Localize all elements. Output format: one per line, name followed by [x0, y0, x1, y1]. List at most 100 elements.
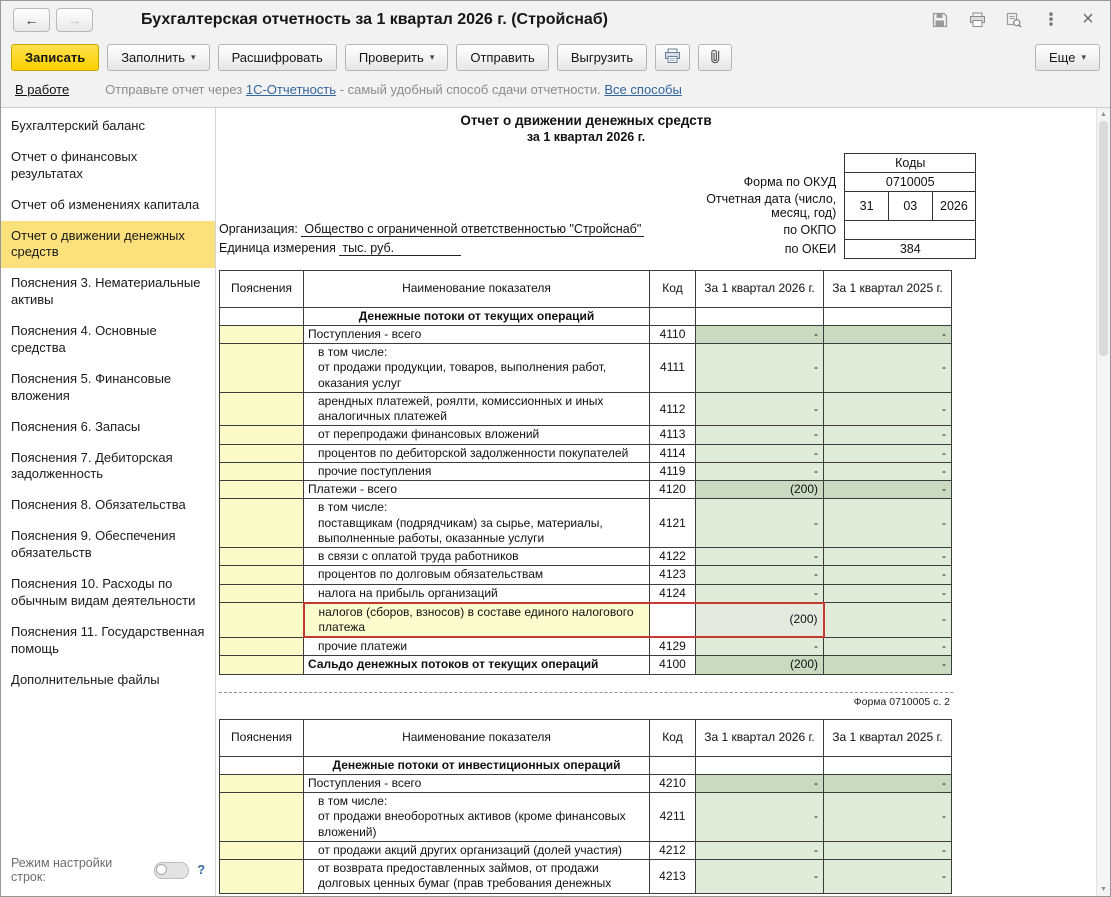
value-2026-cell[interactable]: [696, 756, 824, 774]
toolbar-send-button[interactable]: Отправить: [456, 44, 548, 71]
explanation-cell[interactable]: [220, 325, 304, 343]
toolbar-save-button[interactable]: Записать: [11, 44, 99, 71]
value-2025-cell[interactable]: -: [824, 462, 952, 480]
value-2025-cell[interactable]: -: [824, 444, 952, 462]
code-cell[interactable]: [650, 756, 696, 774]
report-date-month[interactable]: 03: [888, 192, 932, 220]
value-2025-cell[interactable]: -: [824, 584, 952, 603]
sidebar-item-11[interactable]: Пояснения 10. Расходы по обычным видам д…: [1, 569, 215, 617]
value-2026-cell[interactable]: -: [696, 860, 824, 893]
value-2025-cell[interactable]: -: [824, 566, 952, 584]
sidebar-item-5[interactable]: Пояснения 4. Основные средства: [1, 316, 215, 364]
forward-button[interactable]: →: [56, 8, 93, 32]
toolbar-export-button[interactable]: Выгрузить: [557, 44, 647, 71]
explanation-cell[interactable]: [220, 444, 304, 462]
code-cell[interactable]: [650, 307, 696, 325]
explanation-cell[interactable]: [220, 656, 304, 674]
row-settings-toggle[interactable]: [154, 862, 189, 879]
value-2025-cell[interactable]: -: [824, 499, 952, 548]
explanation-cell[interactable]: [220, 841, 304, 859]
back-button[interactable]: ←: [13, 8, 50, 32]
okei-value[interactable]: 384: [844, 239, 976, 259]
value-2026-cell[interactable]: -: [696, 793, 824, 842]
service-link[interactable]: 1С-Отчетность: [246, 82, 336, 97]
code-cell[interactable]: 4129: [650, 637, 696, 656]
explanation-cell[interactable]: [220, 774, 304, 792]
value-2025-cell[interactable]: [824, 756, 952, 774]
explanation-cell[interactable]: [220, 344, 304, 393]
value-2025-cell[interactable]: -: [824, 656, 952, 674]
value-2026-cell[interactable]: -: [696, 841, 824, 859]
code-cell[interactable]: 4112: [650, 392, 696, 425]
code-cell[interactable]: 4120: [650, 481, 696, 499]
organization-value[interactable]: Общество с ограниченной ответственностью…: [301, 222, 644, 237]
explanation-cell[interactable]: [220, 426, 304, 444]
sidebar-item-3[interactable]: Отчет о движении денежных средств: [1, 221, 215, 269]
kebab-menu-icon[interactable]: ⋮: [1041, 10, 1061, 30]
attachments-button[interactable]: [698, 44, 732, 71]
sidebar-item-6[interactable]: Пояснения 5. Финансовые вложения: [1, 364, 215, 412]
value-2026-cell[interactable]: -: [696, 774, 824, 792]
code-cell[interactable]: 4119: [650, 462, 696, 480]
code-cell[interactable]: 4210: [650, 774, 696, 792]
explanation-cell[interactable]: [220, 584, 304, 603]
value-2026-cell[interactable]: (200): [696, 656, 824, 674]
find-icon[interactable]: [1004, 10, 1024, 30]
code-cell[interactable]: 4211: [650, 793, 696, 842]
value-2026-cell[interactable]: -: [696, 566, 824, 584]
scroll-down-icon[interactable]: ▼: [1100, 883, 1107, 896]
save-icon[interactable]: [930, 10, 950, 30]
toolbar-check-button[interactable]: Проверить▾: [345, 44, 449, 71]
value-2025-cell[interactable]: -: [824, 774, 952, 792]
value-2025-cell[interactable]: -: [824, 325, 952, 343]
explanation-cell[interactable]: [220, 860, 304, 893]
explanation-cell[interactable]: [220, 548, 304, 566]
sidebar-item-13[interactable]: Дополнительные файлы: [1, 665, 215, 696]
code-cell[interactable]: 4124: [650, 584, 696, 603]
code-cell[interactable]: 4113: [650, 426, 696, 444]
value-2026-cell[interactable]: -: [696, 637, 824, 656]
sidebar-item-8[interactable]: Пояснения 7. Дебиторская задолженность: [1, 443, 215, 491]
print-button[interactable]: [655, 44, 690, 71]
value-2025-cell[interactable]: -: [824, 344, 952, 393]
code-cell[interactable]: 4121: [650, 499, 696, 548]
print-icon[interactable]: [967, 10, 987, 30]
unit-value[interactable]: тыс. руб.: [339, 241, 461, 256]
explanation-cell[interactable]: [220, 793, 304, 842]
report-date-year[interactable]: 2026: [932, 192, 976, 220]
code-cell[interactable]: 4111: [650, 344, 696, 393]
value-2025-cell[interactable]: -: [824, 548, 952, 566]
report-state-link[interactable]: В работе: [15, 82, 69, 97]
sidebar-item-2[interactable]: Отчет об изменениях капитала: [1, 190, 215, 221]
sidebar-item-12[interactable]: Пояснения 11. Государственная помощь: [1, 617, 215, 665]
code-cell[interactable]: 4212: [650, 841, 696, 859]
value-2026-cell[interactable]: (200): [696, 603, 824, 637]
value-2026-cell[interactable]: -: [696, 462, 824, 480]
code-cell[interactable]: 4213: [650, 860, 696, 893]
explanation-cell[interactable]: [220, 307, 304, 325]
explanation-cell[interactable]: [220, 637, 304, 656]
value-2025-cell[interactable]: -: [824, 860, 952, 893]
sidebar-item-10[interactable]: Пояснения 9. Обеспечения обязательств: [1, 521, 215, 569]
more-button[interactable]: Еще ▾: [1035, 44, 1100, 71]
explanation-cell[interactable]: [220, 603, 304, 637]
scrollbar-thumb[interactable]: [1099, 121, 1108, 356]
close-icon[interactable]: ×: [1078, 10, 1098, 30]
okpo-value[interactable]: [844, 220, 976, 240]
explanation-cell[interactable]: [220, 462, 304, 480]
code-cell[interactable]: 4110: [650, 325, 696, 343]
code-cell[interactable]: 4100: [650, 656, 696, 674]
value-2025-cell[interactable]: -: [824, 481, 952, 499]
value-2025-cell[interactable]: -: [824, 793, 952, 842]
value-2026-cell[interactable]: -: [696, 426, 824, 444]
code-cell[interactable]: 4122: [650, 548, 696, 566]
explanation-cell[interactable]: [220, 756, 304, 774]
explanation-cell[interactable]: [220, 499, 304, 548]
value-2026-cell[interactable]: [696, 307, 824, 325]
toolbar-decode-button[interactable]: Расшифровать: [218, 44, 337, 71]
value-2026-cell[interactable]: -: [696, 325, 824, 343]
value-2025-cell[interactable]: -: [824, 426, 952, 444]
sidebar-item-0[interactable]: Бухгалтерский баланс: [1, 111, 215, 142]
value-2025-cell[interactable]: -: [824, 392, 952, 425]
value-2026-cell[interactable]: -: [696, 584, 824, 603]
